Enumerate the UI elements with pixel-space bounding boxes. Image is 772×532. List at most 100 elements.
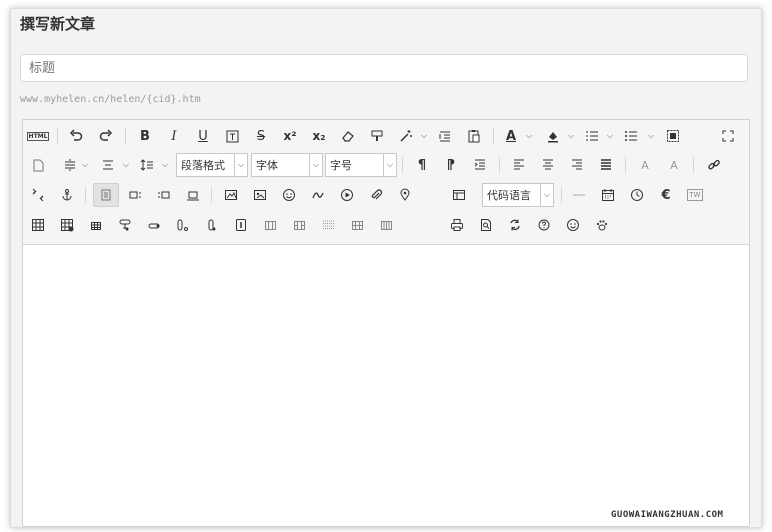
delete-col-icon[interactable]: [201, 214, 223, 236]
toolbar-separator: [211, 187, 212, 203]
line-height-icon[interactable]: [59, 154, 81, 176]
font-size-select[interactable]: 字号 ⌵: [325, 153, 397, 177]
toolbar-separator: [85, 187, 86, 203]
special-chars-button[interactable]: €: [655, 184, 677, 206]
image-center-icon[interactable]: [182, 184, 204, 206]
split-to-rows-icon[interactable]: [317, 214, 339, 236]
insert-image-icon[interactable]: [220, 184, 242, 206]
merge-right-icon[interactable]: [259, 214, 281, 236]
page-title: 撰写新文章: [20, 15, 96, 33]
unordered-list-icon[interactable]: [620, 125, 642, 147]
superscript-button[interactable]: x²: [279, 125, 301, 147]
indent-icon[interactable]: [469, 154, 491, 176]
paw-icon[interactable]: [591, 214, 613, 236]
time-icon[interactable]: [626, 184, 648, 206]
template-icon[interactable]: [448, 184, 470, 206]
scrawl-icon[interactable]: [307, 184, 329, 206]
attachment-icon[interactable]: [365, 184, 387, 206]
code-language-select[interactable]: 代码语言 ⌵: [482, 183, 554, 207]
horizontal-rule-icon[interactable]: [568, 184, 590, 206]
insert-row-icon[interactable]: [114, 214, 136, 236]
blockquote-icon[interactable]: [434, 125, 456, 147]
chevron-down-icon[interactable]: ⌵: [81, 160, 89, 170]
toolbar-separator: [125, 128, 126, 144]
title-input[interactable]: [20, 54, 748, 82]
text-box-icon[interactable]: [221, 125, 243, 147]
chevron-down-icon: ⌵: [309, 154, 322, 176]
image-none-icon[interactable]: [93, 183, 119, 207]
fullscreen-icon[interactable]: [717, 125, 739, 147]
row-spacing-icon[interactable]: [136, 154, 158, 176]
word-import-label: TW: [687, 189, 703, 201]
insert-paragraph-before-table-icon[interactable]: [85, 214, 107, 236]
ltr-button[interactable]: ¶: [411, 154, 433, 176]
code-language-label: 代码语言: [487, 189, 531, 202]
chevron-down-icon[interactable]: ⌵: [647, 131, 655, 141]
emoji-icon[interactable]: [278, 184, 300, 206]
format-brush-icon[interactable]: [366, 125, 388, 147]
search-replace-icon[interactable]: [504, 214, 526, 236]
paragraph-format-select[interactable]: 段落格式 ⌵: [176, 153, 248, 177]
font-increase-button[interactable]: A: [634, 154, 656, 176]
new-document-icon[interactable]: [27, 154, 49, 176]
toolbar-separator: [561, 187, 562, 203]
paragraph-spacing-icon[interactable]: [97, 154, 119, 176]
chevron-down-icon[interactable]: ⌵: [161, 160, 169, 170]
align-right-icon[interactable]: [566, 154, 588, 176]
rtl-button[interactable]: ¶: [440, 154, 462, 176]
chevron-down-icon[interactable]: ⌵: [122, 160, 130, 170]
toolbar-separator: [57, 128, 58, 144]
strikethrough-button[interactable]: S: [250, 125, 272, 147]
ordered-list-icon[interactable]: [581, 125, 603, 147]
chevron-down-icon[interactable]: ⌵: [606, 131, 614, 141]
insert-col-icon[interactable]: [172, 214, 194, 236]
link-icon[interactable]: [703, 154, 725, 176]
chevron-down-icon[interactable]: ⌵: [525, 131, 533, 141]
preview-icon[interactable]: [475, 214, 497, 236]
anchor-icon[interactable]: [56, 184, 78, 206]
delete-table-icon[interactable]: [56, 214, 78, 236]
font-color-button[interactable]: A: [500, 125, 522, 147]
image-left-icon[interactable]: [124, 184, 146, 206]
subscript-button[interactable]: x₂: [308, 125, 330, 147]
delete-row-icon[interactable]: [143, 214, 165, 236]
chevron-down-icon: ⌵: [540, 184, 553, 206]
word-import-icon[interactable]: TW: [684, 184, 706, 206]
undo-icon[interactable]: [65, 125, 87, 147]
background-color-icon[interactable]: [542, 125, 564, 147]
split-to-cells-icon[interactable]: [375, 214, 397, 236]
align-justify-icon[interactable]: [595, 154, 617, 176]
redo-icon[interactable]: [95, 125, 117, 147]
insert-table-icon[interactable]: [27, 214, 49, 236]
rich-text-editor: HTML B I U S x² x₂ ⌵ A ⌵ ⌵ ⌵ ⌵ ⌵ ⌵ ⌵ 段落格…: [22, 119, 750, 527]
font-decrease-button[interactable]: A: [663, 154, 685, 176]
chevron-down-icon[interactable]: ⌵: [567, 131, 575, 141]
bold-button[interactable]: B: [134, 125, 156, 147]
merge-down-icon[interactable]: [288, 214, 310, 236]
image-right-icon[interactable]: [153, 184, 175, 206]
italic-button[interactable]: I: [163, 125, 185, 147]
insert-video-icon[interactable]: [336, 184, 358, 206]
split-to-cols-icon[interactable]: [346, 214, 368, 236]
help-icon[interactable]: [533, 214, 555, 236]
multi-image-icon[interactable]: [249, 184, 271, 206]
eraser-icon[interactable]: [337, 125, 359, 147]
paste-icon[interactable]: [463, 125, 485, 147]
map-icon[interactable]: [394, 184, 416, 206]
editor-content-area[interactable]: [23, 245, 749, 526]
chevron-down-icon[interactable]: ⌵: [420, 131, 428, 141]
select-all-icon[interactable]: [662, 125, 684, 147]
underline-button[interactable]: U: [192, 125, 214, 147]
font-family-select[interactable]: 字体 ⌵: [251, 153, 323, 177]
align-left-icon[interactable]: [508, 154, 530, 176]
source-code-label: HTML: [26, 131, 50, 141]
emotion-icon[interactable]: [562, 214, 584, 236]
align-center-icon[interactable]: [537, 154, 559, 176]
source-code-icon[interactable]: HTML: [26, 125, 50, 147]
print-icon[interactable]: [446, 214, 468, 236]
merge-cells-icon[interactable]: [230, 214, 252, 236]
font-size-label: 字号: [330, 159, 352, 172]
magic-wand-icon[interactable]: [395, 125, 417, 147]
unlink-icon[interactable]: [27, 184, 49, 206]
date-icon[interactable]: [597, 184, 619, 206]
